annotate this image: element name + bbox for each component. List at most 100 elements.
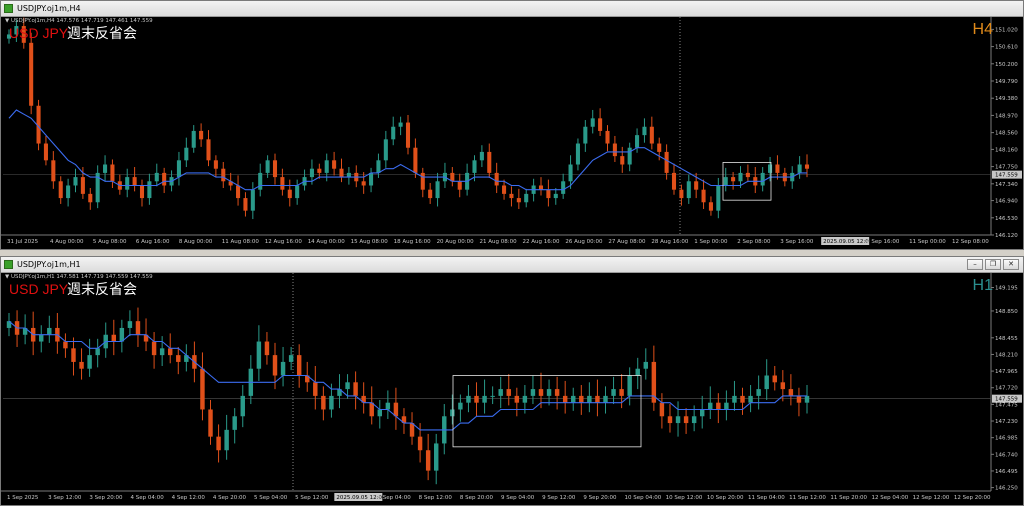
time-label: 5 Aug 08:00 (93, 239, 127, 245)
time-label: 26 Aug 00:00 (565, 239, 603, 245)
candle-body (125, 177, 130, 190)
candle-body (612, 143, 617, 157)
restore-button[interactable]: ❐ (985, 259, 1001, 270)
candle-body (111, 334, 117, 342)
candle-body (139, 185, 145, 199)
candle-body (740, 395, 745, 403)
candle-body (154, 172, 159, 182)
candle-body (595, 395, 600, 403)
candle-body (514, 395, 520, 403)
chart-area-h4[interactable]: 151.020 150.610 150.200 149.790 149.380 148.9… (1, 17, 1023, 249)
candle-body (295, 185, 300, 199)
chart-area-h1[interactable]: 149.195 148.850 148.455 148.210 147.965 147.7… (1, 273, 1023, 505)
time-label: 12 Aug 16:00 (265, 239, 303, 245)
candle-body (206, 139, 211, 161)
candle-body (635, 368, 640, 376)
candle-body (127, 321, 133, 328)
candle-body (221, 168, 226, 182)
candle-body (280, 361, 286, 376)
candle-body (554, 389, 560, 396)
candle-body (88, 193, 93, 203)
app-icon (4, 260, 13, 269)
price-label: 147.340 (995, 182, 1018, 188)
close-button[interactable]: ✕ (1003, 259, 1019, 270)
time-label: 4 Sep 04:00 (131, 495, 165, 501)
candle-body (287, 189, 292, 199)
candle-body (428, 189, 433, 199)
candle-body (176, 355, 181, 362)
time-label: 11 Sep 04:00 (748, 495, 785, 501)
candle-body (361, 181, 366, 186)
chart-window-h1[interactable]: USDJPY.oj1m,H1 – ❐ ✕ 149.195 148.850 148.4… (0, 256, 1024, 506)
candle-body (151, 341, 157, 356)
app-icon (4, 4, 13, 13)
candle-body (620, 156, 625, 165)
candlestick-chart-h1[interactable]: 149.195 148.850 148.455 148.210 147.965 147.7… (1, 273, 1023, 505)
candle-body (29, 42, 34, 106)
candle-body (748, 395, 753, 403)
candle-body (780, 382, 786, 390)
symbol-label: USD JPY (9, 25, 69, 41)
candle-body (538, 389, 544, 396)
chart-window-h4[interactable]: USDJPY.oj1m,H4 151.020 150.610 150.200 149.… (0, 0, 1024, 250)
time-label: 11 Sep 20:00 (830, 495, 867, 501)
candle-body (458, 402, 463, 410)
candle-body (546, 189, 551, 199)
candle-body (738, 172, 743, 182)
candle-body (240, 395, 245, 417)
candle-body (603, 395, 608, 403)
price-label: 146.940 (995, 199, 1018, 205)
candle-body (313, 382, 318, 396)
candle-body (79, 361, 84, 369)
time-label: 21 Aug 08:00 (480, 239, 518, 245)
candle-body (450, 409, 455, 417)
candle-body (216, 436, 221, 451)
price-label: 149.195 (995, 286, 1018, 292)
window-controls: – ❐ ✕ (967, 259, 1019, 270)
candle-body (772, 375, 777, 383)
candle-body (768, 164, 773, 173)
candle-body (605, 130, 610, 144)
candle-body (324, 160, 329, 173)
candle-body (339, 168, 344, 178)
time-label: 4 Sep 12:00 (172, 495, 206, 501)
candle-body (353, 382, 358, 396)
candle-body (425, 450, 431, 471)
candle-body (694, 181, 699, 190)
candle-body (494, 172, 499, 186)
symbol-label: USD JPY (9, 281, 69, 297)
candle-body (474, 395, 479, 403)
candle-body (58, 181, 63, 199)
candle-body (110, 164, 115, 182)
window-titlebar-h4[interactable]: USDJPY.oj1m,H4 (1, 1, 1023, 17)
candle-body (317, 168, 322, 173)
candle-body (66, 185, 71, 199)
candle-body (159, 348, 165, 356)
window-titlebar-h1[interactable]: USDJPY.oj1m,H1 – ❐ ✕ (1, 257, 1023, 273)
candlestick-chart-h4[interactable]: 151.020 150.610 150.200 149.790 149.380 148.9… (1, 17, 1023, 249)
minimize-button[interactable]: – (967, 259, 983, 270)
time-label: 9 Sep 20:00 (583, 495, 617, 501)
candle-body (435, 181, 440, 199)
time-label: 12 Sep 04:00 (872, 495, 909, 501)
candle-body (683, 416, 689, 424)
price-label: 147.750 (995, 165, 1018, 171)
candle-body (731, 177, 736, 182)
range-box (452, 375, 642, 448)
time-label: 10 Sep 12:00 (666, 495, 703, 501)
time-label: 8 Sep 04:00 (378, 495, 412, 501)
candle-body (103, 164, 108, 173)
candle-body (716, 185, 721, 211)
candle-body (377, 409, 383, 417)
candle-body (627, 147, 632, 165)
window-title: USDJPY.oj1m,H4 (17, 4, 81, 13)
candle-body (675, 416, 681, 424)
candle-body (561, 181, 566, 194)
time-label: 14 Aug 00:00 (308, 239, 346, 245)
candle-body (272, 160, 278, 178)
candle-body (723, 177, 728, 186)
candle-body (385, 402, 391, 410)
candle-body (369, 172, 374, 186)
time-label: 1 Sep 00:00 (694, 239, 728, 245)
candle-body (699, 409, 705, 417)
